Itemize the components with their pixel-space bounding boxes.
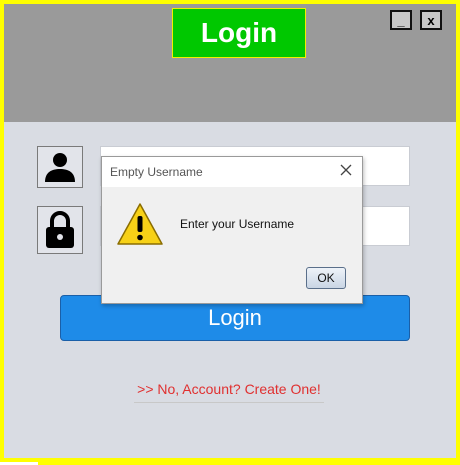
ok-button[interactable]: OK xyxy=(306,267,346,289)
warning-icon xyxy=(116,201,164,247)
dialog-title: Empty Username xyxy=(110,165,203,179)
lock-icon xyxy=(37,206,83,254)
close-button[interactable]: x xyxy=(420,10,442,30)
dialog-titlebar: Empty Username xyxy=(102,157,362,187)
minimize-button[interactable]: _ xyxy=(390,10,412,30)
create-account-link[interactable]: >> No, Account? Create One! xyxy=(134,381,324,403)
header-banner: Login _ x xyxy=(4,4,456,122)
dialog-close-icon[interactable] xyxy=(338,162,354,178)
window-title: Login xyxy=(172,8,306,58)
empty-username-dialog: Empty Username Enter your Username OK xyxy=(101,156,363,304)
window-frame-edge xyxy=(38,458,460,465)
login-window: Login _ x Login >> No, Account? Create O… xyxy=(0,0,460,462)
dialog-message: Enter your Username xyxy=(180,217,295,231)
user-icon xyxy=(37,146,83,188)
